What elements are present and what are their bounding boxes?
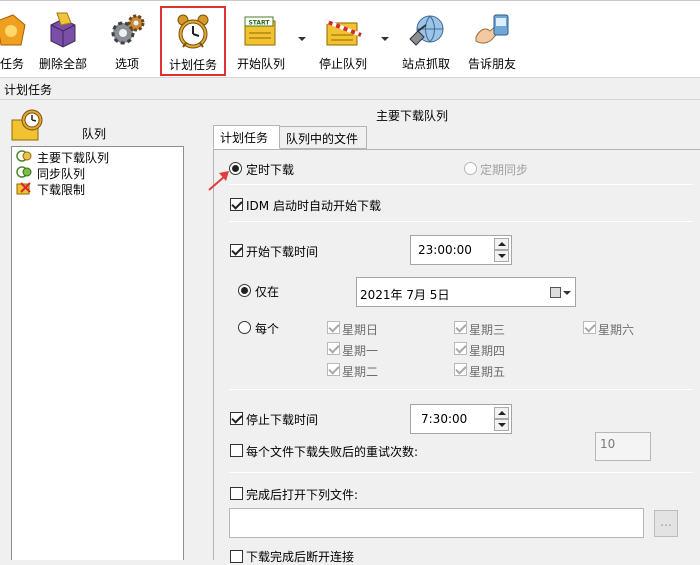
toolbar-task-button[interactable]: 任务 [0,7,36,75]
toolbar-tell-friend-button[interactable]: 告诉朋友 [462,7,522,75]
stop-time-spinner[interactable]: 7:30:00 [410,404,512,434]
auto-start-checkbox[interactable] [230,198,243,211]
toolbar-site-grabber-button[interactable]: 站点抓取 [397,7,455,75]
queue-sync-icon [16,166,32,178]
weekday-monday-checkbox[interactable] [327,342,340,355]
weekday-sunday-checkbox[interactable] [327,321,340,334]
open-file-checkbox[interactable] [230,487,243,500]
stop-time-up-button[interactable] [494,407,509,419]
date-value: 2021年 7月 5日 [360,288,450,302]
disconnect-checkbox[interactable] [230,550,243,563]
disconnect-label: 下载完成后断开连接 [246,550,355,564]
weekday-saturday-checkbox[interactable] [583,321,596,334]
selected-queue-title: 主要下载队列 [376,109,449,123]
queue-panel-title: 队列 [82,127,107,141]
only-on-label: 仅在 [255,285,280,299]
delete-all-icon [50,12,76,48]
start-queue-icon: START [244,16,276,46]
queue-panel-header: 队列 [10,104,190,144]
open-file-path-input[interactable] [229,508,644,538]
periodic-sync-label: 定期同步 [480,163,529,177]
retry-checkbox[interactable] [230,444,243,457]
queue-list[interactable]: 主要下载队列 同步队列 下载限制 [11,146,184,560]
weekday-thursday-label: 星期四 [469,344,506,358]
weekday-friday-label: 星期五 [469,365,506,379]
every-radio[interactable] [238,321,251,334]
separator [229,221,693,222]
start-time-spinner[interactable]: 23:00:00 [410,235,512,265]
toolbar: 任务 删除全部 选项 计划任务 START 开始队列 停止队列 站点抓取 告诉朋… [0,0,700,78]
start-time-down-button[interactable] [494,250,509,262]
toolbar-delete-all-button[interactable]: 删除全部 [33,7,93,75]
toolbar-scheduler-button[interactable]: 计划任务 [160,6,226,76]
queue-clock-icon [11,109,43,141]
weekday-monday-label: 星期一 [342,344,379,358]
every-label: 每个 [255,322,280,336]
download-limit-icon [16,182,31,195]
tell-friend-icon [475,14,509,44]
stop-time-value: 7:30:00 [421,412,468,426]
retry-count-value: 10 [600,437,616,451]
start-badge-text: START [248,20,270,27]
weekday-wednesday-checkbox[interactable] [454,321,467,334]
tab-schedule[interactable]: 计划任务 [213,125,280,149]
weekday-tuesday-checkbox[interactable] [327,363,340,376]
retry-label: 每个文件下载失败后的重试次数: [246,445,419,459]
periodic-sync-radio[interactable] [464,162,477,175]
site-grabber-icon [409,15,444,46]
start-time-value: 23:00:00 [418,243,472,257]
start-time-up-button[interactable] [494,238,509,250]
weekday-tuesday-label: 星期二 [342,365,379,379]
stop-time-down-button[interactable] [494,419,509,431]
stop-queue-dropdown-arrow[interactable] [381,37,389,41]
stop-time-label: 停止下载时间 [246,413,319,427]
start-time-checkbox[interactable] [230,244,243,257]
dialog-title-bar: 计划任务 [0,78,700,100]
weekday-saturday-label: 星期六 [598,323,635,337]
open-file-label: 完成后打开下列文件: [246,488,359,502]
browse-button[interactable]: ... [654,510,678,537]
chevron-down-icon[interactable] [563,291,571,295]
separator [229,389,693,390]
start-queue-dropdown-arrow[interactable] [298,37,306,41]
weekday-thursday-checkbox[interactable] [454,342,467,355]
weekday-wednesday-label: 星期三 [469,323,506,337]
gears-icon [111,14,145,45]
weekday-friday-checkbox[interactable] [454,363,467,376]
stop-time-checkbox[interactable] [230,412,243,425]
calendar-icon[interactable] [550,287,561,298]
auto-start-label: IDM 启动时自动开始下载 [246,199,381,213]
tab-queue-files[interactable]: 队列中的文件 [279,126,367,149]
separator [229,472,693,473]
toolbar-start-queue-button[interactable]: START 开始队列 [232,7,290,75]
only-on-radio[interactable] [238,284,251,297]
dialog-title: 计划任务 [4,83,53,97]
weekday-sunday-label: 星期日 [342,323,379,337]
toolbar-options-button[interactable]: 选项 [104,7,150,75]
alarm-clock-icon [177,14,209,49]
date-picker[interactable]: 2021年 7月 5日 [356,277,576,307]
task-icon [0,14,26,46]
timed-download-label: 定时下载 [246,163,295,177]
toolbar-stop-queue-button[interactable]: 停止队列 [312,7,374,75]
queue-main-icon [16,150,32,162]
start-time-label: 开始下载时间 [246,245,319,259]
retry-count-input[interactable]: 10 [595,432,651,461]
stop-queue-icon [324,19,362,46]
annotation-arrow-icon [208,171,229,191]
separator [229,184,693,185]
